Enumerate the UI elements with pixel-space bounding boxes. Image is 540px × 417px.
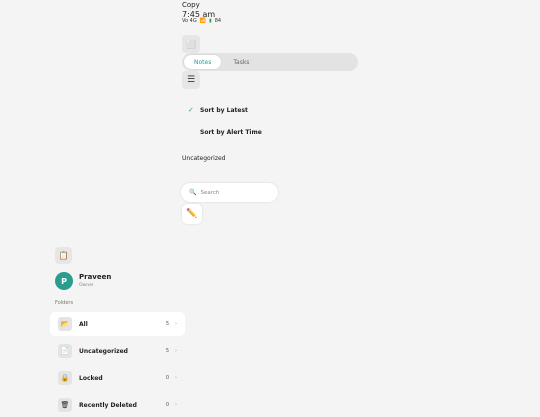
sort-option-label: Sort by Latest: [200, 106, 248, 114]
tab-tasks[interactable]: Tasks: [223, 55, 259, 69]
chevron-right-icon: ›: [175, 321, 177, 327]
folder-count: 0: [165, 375, 169, 381]
clipboard-icon: 📋: [58, 251, 69, 260]
sidebar-item-recently-deleted[interactable]: 🗑 Recently Deleted 0 ›: [50, 393, 185, 417]
folder-count: 5: [165, 348, 169, 354]
checkmark-icon: ✓: [188, 106, 194, 114]
folders-heading: Folders: [55, 300, 74, 306]
copy-label[interactable]: Copy: [182, 1, 200, 9]
sort-option-label: Sort by Alert Time: [200, 129, 262, 136]
user-name: Praveen: [79, 273, 112, 281]
search-bar[interactable]: 🔍: [181, 183, 278, 202]
menu-button[interactable]: ☰: [182, 71, 200, 89]
wifi-icon: 📶: [199, 18, 206, 24]
trash-icon: 🗑: [58, 398, 72, 412]
hamburger-icon: ☰: [186, 75, 196, 85]
folder-name: Uncategorized: [79, 347, 128, 355]
tab-notes[interactable]: Notes: [184, 55, 222, 69]
folder-count: 0: [165, 402, 169, 408]
sidebar-item-locked[interactable]: 🔒 Locked 0 ›: [50, 366, 185, 390]
folder-name: All: [79, 320, 88, 328]
clipboard-button[interactable]: 📋: [55, 247, 72, 264]
lock-icon: 🔒: [58, 371, 72, 385]
notes-tasks-segment: Notes Tasks: [182, 53, 358, 71]
folder-count: 5: [165, 321, 169, 327]
pencil-icon: ✏️: [186, 209, 198, 219]
compose-note-button[interactable]: ✏️: [182, 204, 202, 224]
battery-level: 84: [214, 18, 222, 24]
user-role: Owner: [79, 283, 94, 288]
network-indicator: Vo 4G: [182, 18, 197, 24]
document-icon: 📄: [58, 344, 72, 358]
sidebar-item-all[interactable]: 📂 All 5 ›: [50, 312, 185, 336]
chevron-right-icon: ›: [175, 402, 177, 408]
window-toggle-button[interactable]: ⬜: [182, 35, 200, 53]
sort-by-alert-time-option[interactable]: Sort by Alert Time: [200, 129, 262, 136]
folder-icon: 📂: [58, 317, 72, 331]
section-label-uncategorized: Uncategorized: [182, 155, 226, 162]
battery-icon: ▮: [208, 18, 212, 24]
window-icon: ⬜: [186, 39, 196, 49]
folder-name: Locked: [79, 374, 103, 382]
status-bar: Vo 4G 📶 ▮ 84: [182, 18, 221, 24]
search-icon: 🔍: [189, 189, 197, 196]
chevron-right-icon: ›: [175, 348, 177, 354]
sort-by-latest-option[interactable]: ✓ Sort by Latest: [188, 106, 248, 114]
chevron-right-icon: ›: [175, 375, 177, 381]
search-input[interactable]: [200, 189, 271, 196]
sidebar-item-uncategorized[interactable]: 📄 Uncategorized 5 ›: [50, 339, 185, 363]
folder-name: Recently Deleted: [79, 401, 137, 409]
avatar[interactable]: P: [55, 272, 73, 290]
